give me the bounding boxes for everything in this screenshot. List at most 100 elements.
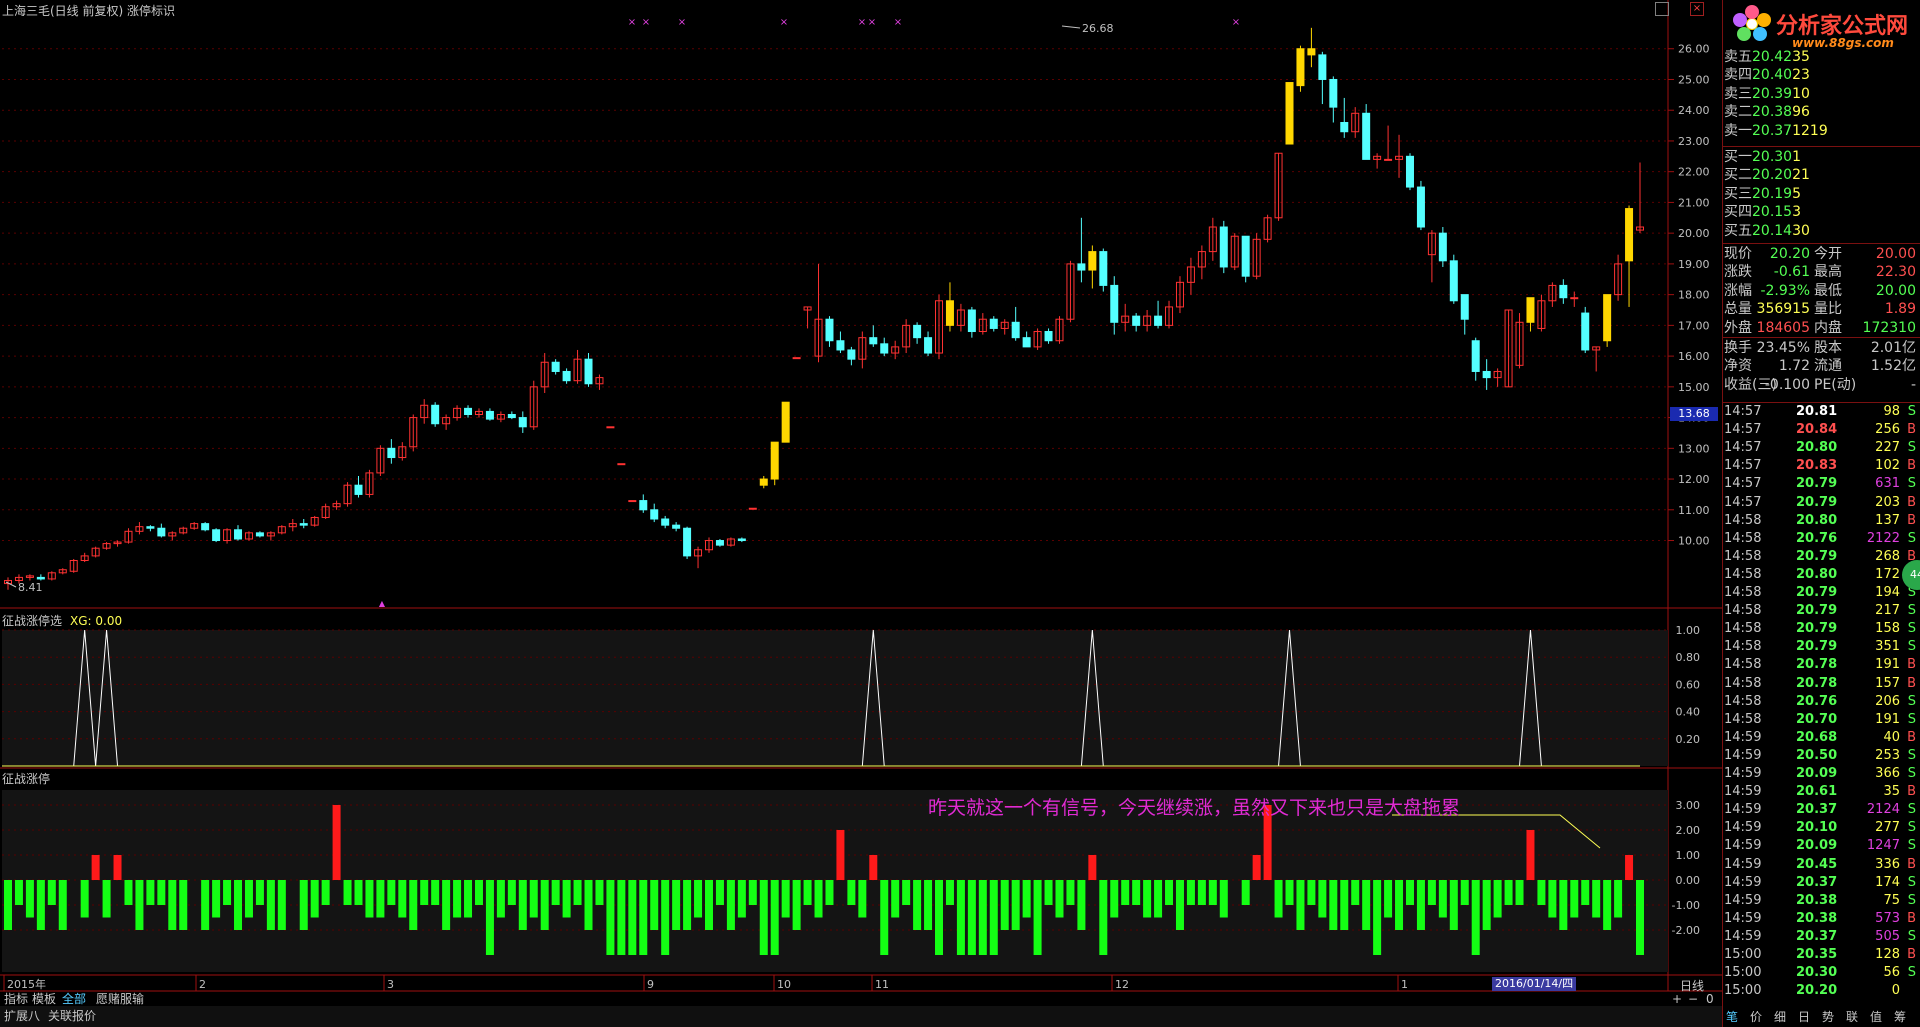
tick-vol: 203 — [1875, 494, 1900, 510]
candle-body — [464, 407, 473, 416]
candle-body — [431, 404, 440, 425]
indicator-bar — [1427, 880, 1436, 905]
tick-side: B — [1907, 422, 1916, 438]
candle-body — [1603, 294, 1612, 342]
tick-price: 20.35 — [1796, 947, 1838, 962]
info-value: 20.00 — [1875, 246, 1916, 262]
indicator1-label: 征战涨停选 XG: 0.00 — [2, 612, 122, 629]
indicator-bar — [485, 880, 494, 955]
indicator-bar — [902, 880, 911, 905]
indicator-bar — [1121, 880, 1130, 905]
candle-body — [507, 414, 516, 419]
candle-body — [880, 343, 889, 354]
quote-tab[interactable]: 值 — [1870, 1008, 1882, 1025]
tick-price: 20.45 — [1796, 856, 1838, 872]
indicator-bar — [1099, 880, 1108, 955]
quote-tab[interactable]: 笔 — [1726, 1008, 1738, 1025]
indicator-bar — [453, 880, 462, 918]
tab-all[interactable]: 全部 — [62, 992, 86, 1006]
tick-row: 14:57 20.83 102 B — [1724, 457, 1918, 475]
quote-tab[interactable]: 势 — [1822, 1008, 1834, 1025]
quote-tab[interactable]: 日 — [1798, 1008, 1810, 1025]
quote-tab[interactable]: 细 — [1774, 1008, 1786, 1025]
info-row: 换手 23.45% 股本 2.01亿 — [1724, 339, 1918, 357]
scroll-zero-icon[interactable]: 0 — [1706, 992, 1714, 1006]
tick-time: 14:59 — [1724, 766, 1762, 781]
buy-row: 买四20.153 — [1724, 203, 1918, 221]
tick-row: 14:58 20.76 206 S — [1724, 693, 1918, 711]
indicator-bar — [1395, 880, 1404, 930]
tick-vol: 40 — [1883, 729, 1900, 745]
info-label: 今开 — [1814, 246, 1842, 262]
y-tick-label: 25.00 — [1678, 73, 1710, 86]
quote-tab[interactable]: 联 — [1846, 1008, 1858, 1025]
indicator-bar — [1471, 880, 1480, 955]
scroll-minus-icon[interactable]: − — [1688, 992, 1698, 1006]
scroll-plus-icon[interactable]: + — [1672, 992, 1682, 1006]
candle-body — [639, 500, 648, 511]
tick-vol: 2122 — [1866, 530, 1900, 546]
info-label: 净资 — [1724, 358, 1752, 375]
tick-time: 14:57 — [1724, 458, 1762, 474]
candle-body — [1219, 226, 1228, 268]
tick-price: 20.79 — [1796, 476, 1838, 492]
candle-body — [146, 526, 155, 529]
indicator-bar — [1208, 880, 1217, 905]
y-tick-label: 19.00 — [1678, 258, 1710, 271]
quote-tab[interactable]: 价 — [1750, 1008, 1762, 1025]
indicator-bar — [694, 880, 703, 918]
tick-row: 14:57 20.79 631 S — [1724, 475, 1918, 493]
bottom-tab-extend[interactable]: 扩展八 — [4, 1006, 40, 1027]
indicator-bar — [299, 880, 308, 930]
candle-body — [1044, 331, 1053, 342]
candle-body — [255, 532, 264, 537]
indicator-bar — [1405, 880, 1414, 905]
y-tick-label: 11.00 — [1678, 504, 1710, 517]
candle-body — [1384, 158, 1393, 161]
indicator-bar — [1077, 880, 1086, 930]
tab-custom[interactable]: 愿赌服输 — [96, 992, 144, 1006]
tick-vol: 253 — [1875, 747, 1900, 763]
info-value: 22.30 — [1875, 264, 1916, 281]
period-label[interactable]: 日线 — [1680, 977, 1704, 994]
candle-body — [1132, 315, 1141, 326]
indicator-bar — [1132, 880, 1141, 905]
indicator-bar — [518, 880, 527, 930]
indicator1-tick: 0.20 — [1676, 733, 1701, 746]
tick-time: 14:58 — [1724, 711, 1762, 727]
maximize-icon[interactable] — [1655, 2, 1669, 16]
indicator-bar — [113, 855, 122, 880]
indicator-bar — [540, 880, 549, 930]
tick-price: 20.79 — [1796, 639, 1838, 655]
sell-row: 卖一20.371219 — [1724, 122, 1918, 140]
buy-vol: 1 — [1792, 149, 1802, 165]
indicator-bar — [825, 880, 834, 905]
sell-row: 卖二20.3896 — [1724, 103, 1918, 121]
tab-indicator[interactable]: 指标 — [4, 992, 28, 1006]
tick-price: 20.70 — [1796, 711, 1838, 727]
candle-body — [1296, 48, 1305, 87]
y-tick-label: 20.00 — [1678, 227, 1710, 240]
indicator-bar — [1285, 880, 1294, 905]
main-chart[interactable]: 26.0025.0024.0023.0022.0021.0020.0019.00… — [0, 0, 1722, 1027]
y-tick-label: 22.00 — [1678, 166, 1710, 179]
bottom-tab-related[interactable]: 关联报价 — [48, 1006, 96, 1027]
quote-tab[interactable]: 筹 — [1894, 1008, 1906, 1025]
indicator2-tick: -1.00 — [1672, 899, 1700, 912]
tick-vol: 505 — [1875, 928, 1900, 944]
indicator-bar — [442, 880, 451, 930]
indicator-bar — [814, 880, 823, 918]
indicator-bar — [1055, 880, 1064, 918]
indicator-bar — [1318, 880, 1327, 918]
indicator-bar — [332, 805, 341, 880]
tick-time: 14:58 — [1724, 675, 1762, 691]
close-icon[interactable]: × — [1690, 2, 1704, 16]
candle-body — [584, 358, 593, 385]
sell-price: 20.42 — [1752, 49, 1793, 65]
indicator-bar — [146, 880, 155, 905]
tick-price: 20.79 — [1796, 621, 1838, 637]
tab-template[interactable]: 模板 — [32, 992, 56, 1006]
candle-body — [1471, 340, 1480, 372]
info-label: 股本 — [1814, 340, 1842, 356]
tick-vol: 206 — [1875, 693, 1900, 709]
